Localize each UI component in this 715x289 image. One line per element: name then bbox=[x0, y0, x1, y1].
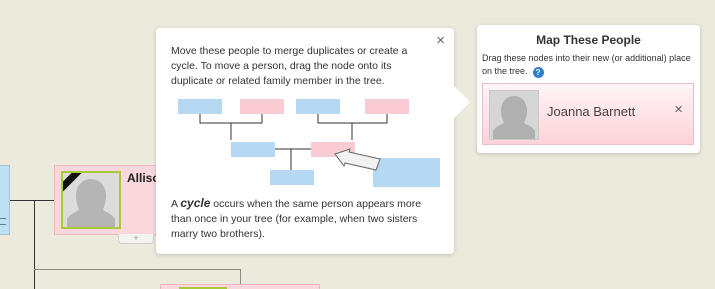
female-silhouette-icon bbox=[493, 96, 535, 139]
tree-connector bbox=[10, 200, 55, 201]
female-avatar bbox=[489, 90, 539, 140]
diagram-male-node bbox=[231, 142, 275, 157]
tree-connector bbox=[34, 200, 35, 289]
panel-description-text: Drag these nodes into their new (or addi… bbox=[482, 53, 691, 76]
female-person-node-bottom[interactable] bbox=[160, 284, 320, 289]
remove-person-icon[interactable]: × bbox=[674, 101, 683, 118]
panel-title: Map These People bbox=[536, 33, 641, 47]
drag-arrow-icon bbox=[334, 148, 381, 171]
node-marker bbox=[0, 218, 6, 219]
cycle-diagram bbox=[178, 99, 440, 187]
diagram-female-node bbox=[365, 99, 409, 114]
plus-icon: + bbox=[133, 233, 139, 243]
diagram-male-node bbox=[296, 99, 340, 114]
diagram-female-node bbox=[240, 99, 284, 114]
person-name: Joanna Barnett bbox=[547, 104, 636, 119]
cycle-term: cycle bbox=[180, 196, 211, 210]
draggable-person-card[interactable]: Joanna Barnett × bbox=[482, 83, 694, 145]
male-person-node[interactable] bbox=[0, 165, 10, 235]
diagram-male-node bbox=[270, 170, 314, 185]
panel-description: Drag these nodes into their new (or addi… bbox=[482, 52, 694, 78]
female-avatar bbox=[61, 171, 121, 229]
map-people-panel: Map These People Drag these nodes into t… bbox=[477, 25, 700, 153]
cycle-prefix: A bbox=[171, 198, 181, 210]
diagram-dragged-node bbox=[373, 158, 440, 187]
merge-help-popover: × Move these people to merge duplicates … bbox=[156, 28, 470, 254]
person-name: Allison bbox=[127, 171, 157, 185]
female-person-node[interactable]: Allison bbox=[54, 165, 158, 235]
tree-connector bbox=[34, 269, 240, 270]
help-icon[interactable]: ? bbox=[532, 67, 544, 78]
diagram-male-node bbox=[178, 99, 222, 114]
node-marker bbox=[0, 224, 6, 225]
cycle-explanation: A cycle occurs when the same person appe… bbox=[171, 196, 443, 242]
expand-tab-button[interactable]: + bbox=[118, 234, 154, 244]
